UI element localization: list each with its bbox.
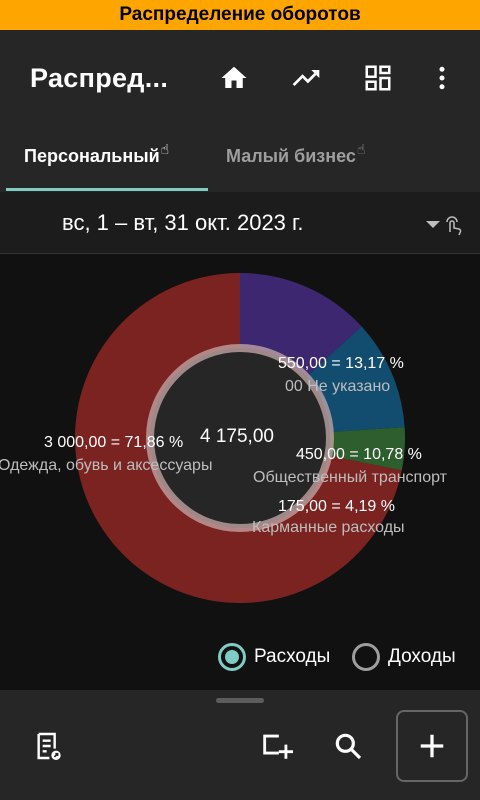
chart-total: 4 175,00 xyxy=(200,426,274,447)
tab-personal-label: Персональный xyxy=(24,146,160,166)
screen-title-banner: Распределение оборотов xyxy=(0,0,480,30)
expenses-option[interactable]: Расходы xyxy=(218,640,330,674)
drag-handle[interactable] xyxy=(216,698,264,703)
more-vert-icon[interactable] xyxy=(424,60,460,96)
period-dropdown[interactable] xyxy=(424,214,464,236)
slice-value-label: 175,00 = 4,19 % xyxy=(278,498,395,515)
trending-up-icon[interactable] xyxy=(288,60,324,96)
dropdown-arrow-icon xyxy=(426,221,440,228)
slice-name-label: 00 Не указано xyxy=(285,378,391,395)
income-radio[interactable] xyxy=(352,643,380,671)
income-option[interactable]: Доходы xyxy=(352,640,456,674)
search-icon[interactable] xyxy=(330,728,366,764)
period-bar[interactable]: вс, 1 – вт, 31 окт. 2023 г. xyxy=(0,192,480,254)
tab-personal[interactable]: Персональный☝ xyxy=(24,141,169,167)
touch-icon xyxy=(446,216,462,236)
touch-icon: ☝ xyxy=(356,141,366,157)
slice-name-label: Карманные расходы xyxy=(252,519,405,536)
period-label[interactable]: вс, 1 – вт, 31 окт. 2023 г. xyxy=(62,210,303,236)
bottom-toolbar xyxy=(0,690,480,800)
slice-value-label: 450,00 = 10,78 % xyxy=(296,446,422,463)
dashboard-icon[interactable] xyxy=(360,60,396,96)
add-account-icon[interactable] xyxy=(258,728,294,764)
tab-small-business[interactable]: Малый бизнес☝ xyxy=(226,141,365,167)
chart-area: 4 175,00 3 000,00 = 71,86 % Одежда, обув… xyxy=(0,254,480,690)
report-icon[interactable] xyxy=(30,728,66,764)
home-icon[interactable] xyxy=(216,60,252,96)
add-icon xyxy=(420,734,444,758)
slice-value-label: 3 000,00 = 71,86 % xyxy=(44,434,184,451)
app-title: Распред... xyxy=(30,63,169,93)
account-tabs: Персональный☝ Малый бизнес☝ xyxy=(0,130,480,192)
touch-icon: ☝ xyxy=(160,141,170,157)
expenses-radio[interactable] xyxy=(218,643,246,671)
slice-name-label: Общественный транспорт xyxy=(253,469,447,486)
tab-indicator xyxy=(6,188,208,191)
income-label[interactable]: Доходы xyxy=(388,646,456,668)
tab-small-business-label: Малый бизнес xyxy=(226,146,356,166)
add-button[interactable] xyxy=(396,710,468,782)
slice-name-label: Одежда, обувь и аксессуары xyxy=(0,457,213,474)
app-bar: Распред... xyxy=(0,30,480,130)
slice-value-label: 550,00 = 13,17 % xyxy=(278,355,404,372)
expenses-label[interactable]: Расходы xyxy=(254,646,330,668)
